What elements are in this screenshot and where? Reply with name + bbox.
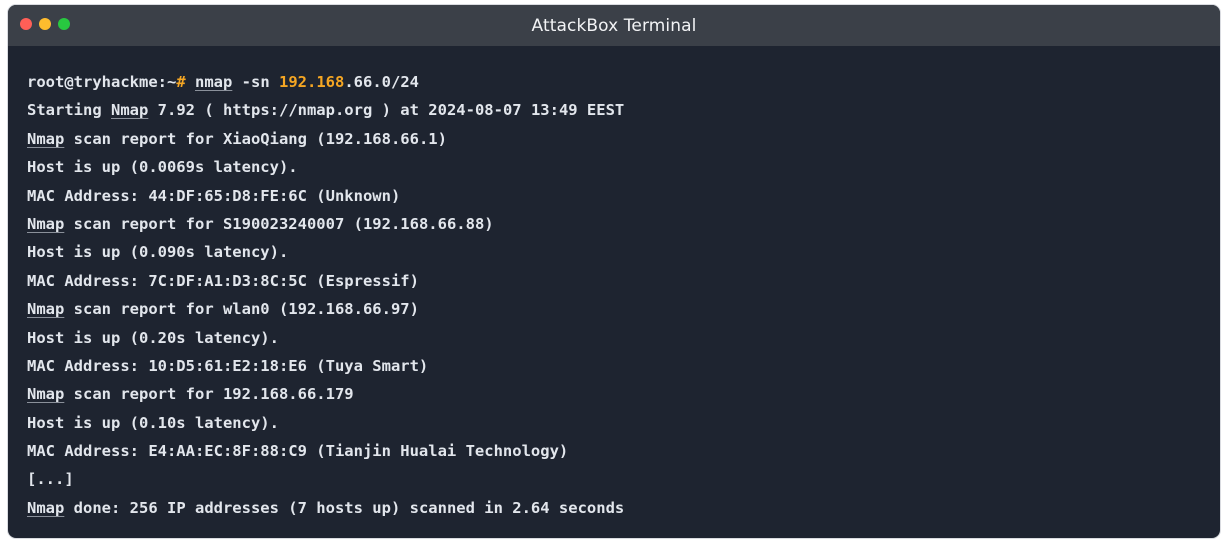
target-ip-rest: .66.0/24 xyxy=(344,73,419,91)
done-text: done: 256 IP addresses (7 hosts up) scan… xyxy=(73,498,625,517)
starting-word: Starting xyxy=(27,101,102,120)
output-line-done: Nmap done: 256 IP addresses (7 hosts up)… xyxy=(27,494,1220,522)
command-name: nmap xyxy=(195,73,233,91)
output-line-status: Host is up (0.10s latency). xyxy=(27,413,279,432)
terminal-output[interactable]: root@tryhackme:~# nmap -sn 192.168.66.0/… xyxy=(8,46,1220,522)
output-line-status: Host is up (0.0069s latency). xyxy=(27,158,298,177)
report-nmap: Nmap xyxy=(27,129,65,148)
done-nmap: Nmap xyxy=(27,498,65,517)
target-ip-highlight: 192.168 xyxy=(279,73,345,91)
output-line-starting: Starting Nmap 7.92 ( https://nmap.org ) … xyxy=(27,96,1220,124)
maximize-button[interactable] xyxy=(58,18,70,30)
command-line: root@tryhackme:~# nmap -sn 192.168.66.0/… xyxy=(27,68,1220,96)
prompt-symbol: # xyxy=(176,73,186,91)
output-line-status: Host is up (0.090s latency). xyxy=(27,243,289,262)
output-line-report: Nmap scan report for 192.168.66.179 xyxy=(27,380,1220,408)
window-title: AttackBox Terminal xyxy=(531,15,697,36)
output-line-report: Nmap scan report for wlan0 (192.168.66.9… xyxy=(27,295,1220,323)
report-text: scan report for 192.168.66.179 xyxy=(73,385,354,404)
minimize-button[interactable] xyxy=(39,18,51,30)
report-text: scan report for S190023240007 (192.168.6… xyxy=(73,214,494,233)
terminal-window: AttackBox Terminal root@tryhackme:~# nma… xyxy=(8,5,1220,538)
output-line-status: Host is up (0.20s latency). xyxy=(27,328,279,347)
report-nmap: Nmap xyxy=(27,214,65,233)
output-line-mac: MAC Address: 10:D5:61:E2:18:E6 (Tuya Sma… xyxy=(27,356,429,375)
output-line-mac: MAC Address: E4:AA:EC:8F:88:C9 (Tianjin … xyxy=(27,442,569,461)
window-controls xyxy=(20,18,70,30)
report-nmap: Nmap xyxy=(27,385,65,404)
starting-rest: 7.92 ( https://nmap.org ) at 2024-08-07 … xyxy=(157,101,625,120)
starting-nmap: Nmap xyxy=(111,101,149,120)
title-bar: AttackBox Terminal xyxy=(8,5,1220,46)
command-flag: -sn xyxy=(241,73,270,91)
output-line-mac: MAC Address: 7C:DF:A1:D3:8C:5C (Espressi… xyxy=(27,271,419,290)
output-line-report: Nmap scan report for S190023240007 (192.… xyxy=(27,210,1220,238)
report-text: scan report for wlan0 (192.168.66.97) xyxy=(73,300,419,319)
close-button[interactable] xyxy=(20,18,32,30)
prompt-user-host: root@tryhackme:~ xyxy=(27,73,177,91)
output-line-report: Nmap scan report for XiaoQiang (192.168.… xyxy=(27,125,1220,153)
report-nmap: Nmap xyxy=(27,300,65,319)
output-line-mac: MAC Address: 44:DF:65:D8:FE:6C (Unknown) xyxy=(27,186,401,205)
output-line-ellipsis: [...] xyxy=(27,470,74,489)
report-text: scan report for XiaoQiang (192.168.66.1) xyxy=(73,129,447,148)
